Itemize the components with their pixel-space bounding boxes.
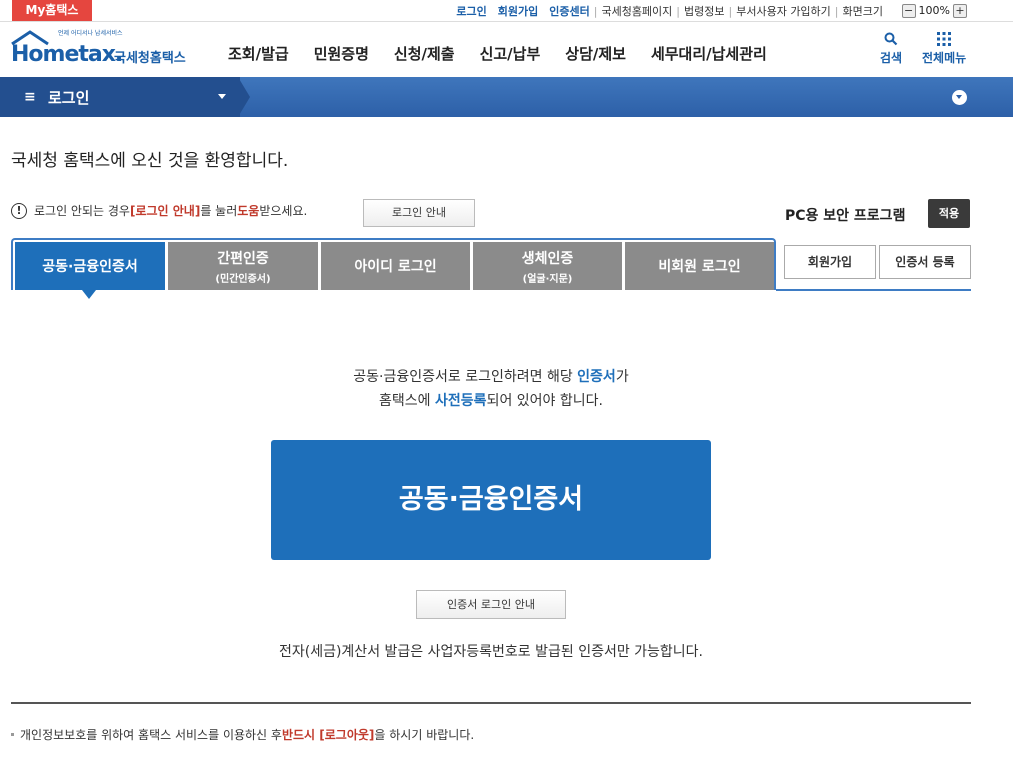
cert-login-description-line1: 공동·금융인증서로 로그인하려면 해당 인증서가 — [0, 366, 982, 386]
gnb-item-inquiry[interactable]: 조회/발급 — [228, 43, 289, 64]
footer-text: 개인정보보호를 위하여 홈택스 서비스를 이용하신 후 — [20, 728, 282, 742]
caret-down-icon[interactable] — [218, 94, 226, 99]
tab-label: 아이디 로그인 — [354, 259, 437, 275]
gnb-item-consult[interactable]: 상담/제보 — [565, 43, 626, 64]
desc-text: 가 — [615, 369, 629, 385]
tab-label: 생체인증 — [521, 250, 574, 267]
tax-invoice-note: 전자(세금)계산서 발급은 사업자등록번호로 발급된 인증서만 가능합니다. — [278, 644, 704, 660]
gnb-item-apply[interactable]: 신청/제출 — [394, 43, 455, 64]
notice-text-help: 도움 — [237, 204, 260, 218]
global-nav: 조회/발급 민원증명 신청/제출 신고/납부 상담/제보 세무대리/납세관리 — [228, 43, 792, 64]
cert-center-link[interactable]: 인증센터 — [549, 3, 589, 19]
tab-label: 간편인증 — [217, 250, 269, 267]
tab-sublabel: (민간인증서) — [215, 273, 271, 285]
tab-joint-financial-cert[interactable]: 공동·금융인증서 — [15, 242, 165, 290]
divider: | — [676, 4, 681, 18]
gnb-item-tax-agent[interactable]: 세무대리/납세관리 — [651, 43, 767, 64]
login-link[interactable]: 로그인 — [456, 3, 486, 19]
my-hometax-button[interactable]: My홈택스 — [12, 0, 92, 21]
notice-text-post: 받으세요. — [259, 204, 308, 218]
footer-highlight: 반드시 [로그아웃] — [281, 728, 375, 742]
tab-simple-auth[interactable]: 간편인증 (민간인증서) — [168, 242, 318, 290]
search-label: 검색 — [880, 51, 903, 65]
footer-text: 을 하시기 바랍니다. — [374, 728, 475, 742]
all-menu-button[interactable]: 전체메뉴 — [922, 32, 966, 66]
cert-login-guide-button[interactable]: 인증서 로그인 안내 — [416, 590, 566, 619]
divider: | — [834, 4, 839, 18]
bullet-icon — [11, 733, 14, 736]
login-guide-button[interactable]: 로그인 안내 — [363, 199, 475, 227]
gnb-item-certificate[interactable]: 민원증명 — [314, 43, 369, 64]
desc-highlight: 인증서 — [577, 369, 616, 385]
dept-user-signup-link[interactable]: 부서사용자 가입하기 — [736, 3, 831, 19]
hamburger-icon: ≡ — [24, 89, 36, 105]
top-utility-bar: My홈택스 로그인 회원가입 인증센터 | 국세청홈페이지 | 법령정보 | 부… — [0, 0, 1013, 22]
zoom-value: 100% — [918, 4, 950, 17]
chevron-down-circle-icon[interactable] — [952, 90, 967, 105]
search-icon — [884, 32, 898, 46]
all-menu-label: 전체메뉴 — [922, 51, 967, 65]
zoom-in-button[interactable]: + — [953, 3, 967, 18]
desc-text: 홈택스에 — [379, 393, 436, 409]
zoom-out-button[interactable]: − — [901, 3, 916, 18]
active-tab-pointer — [82, 290, 96, 299]
utility-links: 로그인 회원가입 인증센터 | 국세청홈페이지 | 법령정보 | 부서사용자 가… — [445, 0, 883, 22]
logo-tagline: 언제 어디서나 납세서비스 — [58, 30, 123, 37]
location-bar: ≡ 로그인 — [0, 77, 1013, 117]
joint-financial-cert-login-button[interactable]: 공동·금융인증서 — [271, 440, 711, 560]
tab-baseline — [776, 289, 971, 291]
cert-login-description-line2: 홈택스에 사전등록되어 있어야 합니다. — [0, 390, 982, 410]
pc-security-label: PC용 보안 프로그램 — [785, 208, 906, 224]
login-help-notice: ! 로그인 안되는 경우 [로그인 안내] 를 눌러 도움 받으세요. — [11, 202, 307, 219]
screen-size-label: 화면크기 — [842, 5, 883, 18]
signup-button[interactable]: 회원가입 — [784, 245, 876, 279]
hometax-logo[interactable]: 언제 어디서나 납세서비스 Hometax. 국세청홈택스 — [10, 28, 195, 72]
law-info-link[interactable]: 법령정보 — [684, 3, 724, 19]
notice-text-pre: 로그인 안되는 경우 — [34, 204, 130, 218]
tab-id-login[interactable]: 아이디 로그인 — [321, 242, 470, 290]
gnb-item-report[interactable]: 신고/납부 — [480, 43, 541, 64]
logo-wordmark: Hometax. — [11, 42, 123, 67]
current-menu-box[interactable] — [0, 77, 240, 117]
grid-menu-icon — [937, 32, 952, 46]
signup-link[interactable]: 회원가입 — [498, 3, 538, 19]
login-tabs: 공동·금융인증서 간편인증 (민간인증서) 아이디 로그인 생체인증 (얼굴·지… — [11, 238, 776, 290]
divider: | — [728, 4, 733, 18]
cert-register-button[interactable]: 인증서 등록 — [879, 245, 971, 279]
pc-security-apply-button[interactable]: 적용 — [928, 199, 970, 228]
tab-guest-login[interactable]: 비회원 로그인 — [625, 242, 774, 290]
nts-homepage-link[interactable]: 국세청홈페이지 — [601, 3, 672, 19]
location-title: 로그인 — [48, 89, 90, 107]
notice-text-bracket: [로그인 안내] — [129, 204, 201, 218]
logout-reminder: 개인정보보호를 위하여 홈택스 서비스를 이용하신 후 반드시 [로그아웃] 을 … — [11, 726, 474, 743]
desc-text: 되어 있어야 합니다. — [486, 393, 603, 409]
exclamation-icon: ! — [11, 202, 27, 219]
content-divider — [11, 702, 971, 704]
desc-highlight: 사전등록 — [435, 393, 487, 409]
tab-label: 비회원 로그인 — [658, 259, 741, 275]
tab-biometric[interactable]: 생체인증 (얼굴·지문) — [473, 242, 622, 290]
welcome-heading: 국세청 홈택스에 오신 것을 환영합니다. — [11, 151, 289, 171]
divider: | — [593, 4, 598, 18]
zoom-control: − 100% + — [901, 2, 967, 19]
notice-text-mid: 를 눌러 — [200, 204, 238, 218]
search-button[interactable]: 검색 — [880, 32, 902, 66]
tab-label: 공동·금융인증서 — [42, 259, 138, 275]
desc-text: 공동·금융인증서로 로그인하려면 해당 — [353, 369, 578, 385]
tab-sublabel: (얼굴·지문) — [522, 273, 573, 285]
menu-box-arrow — [238, 77, 250, 117]
logo-subtitle: 국세청홈택스 — [114, 51, 186, 66]
